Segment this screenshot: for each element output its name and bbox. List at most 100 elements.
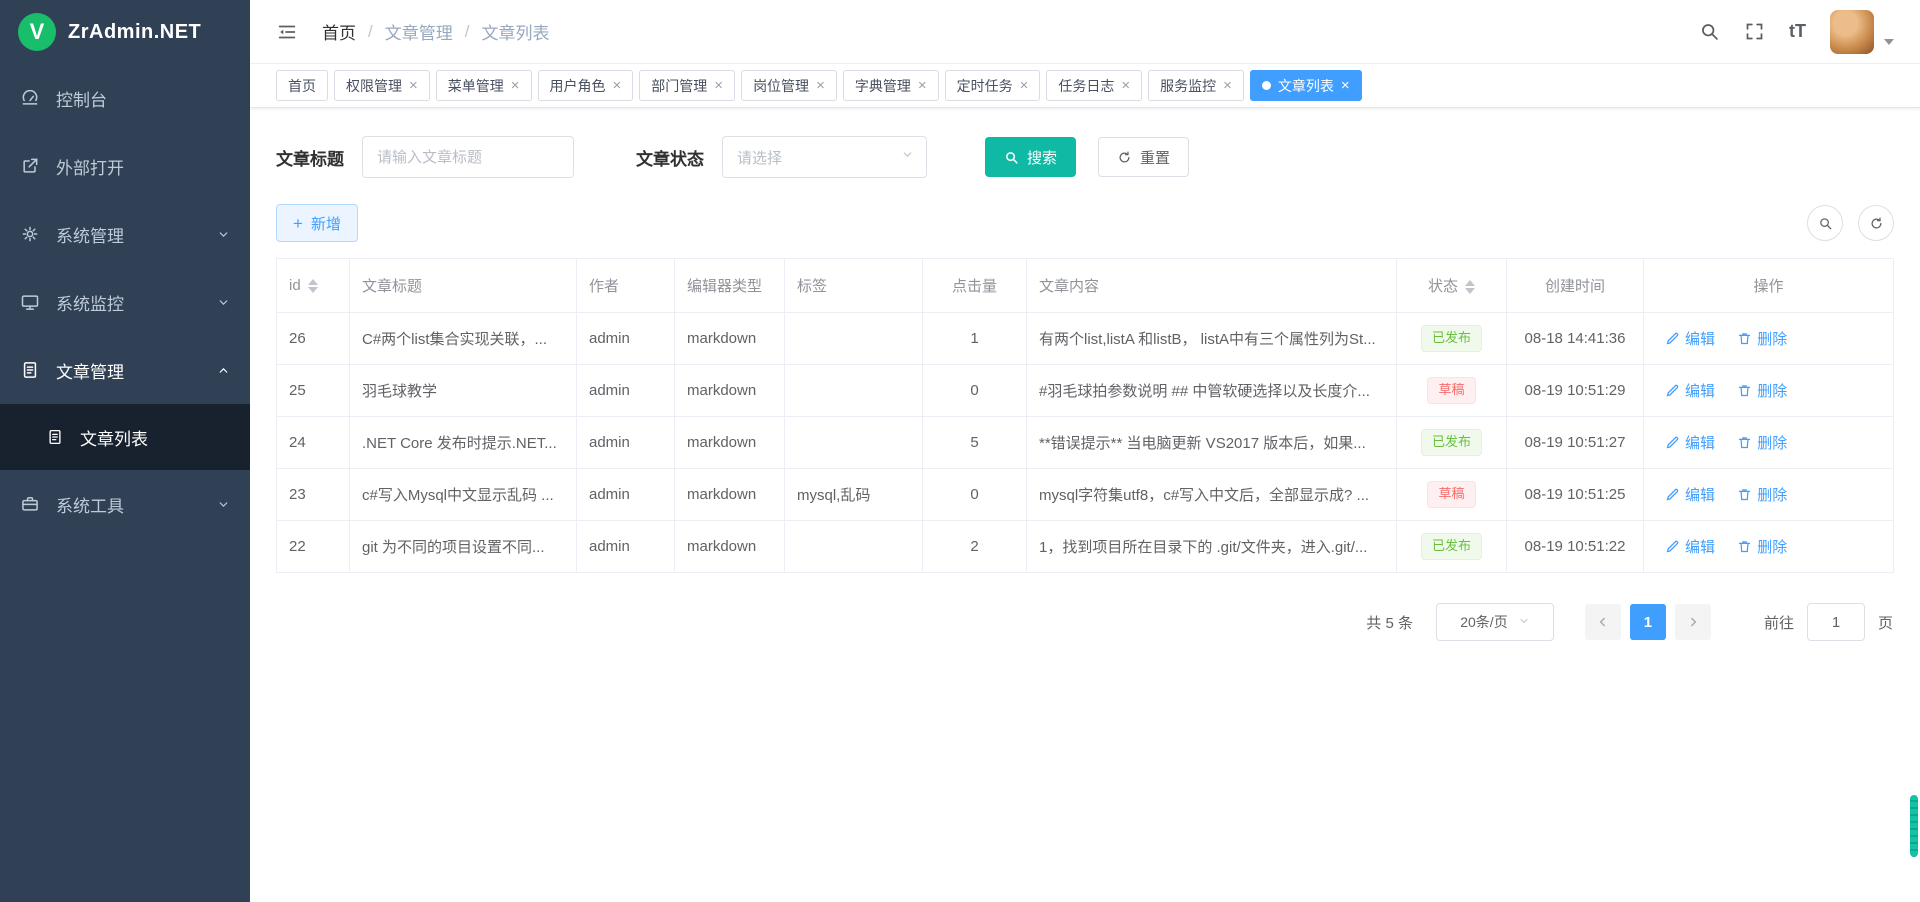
goto-page-input[interactable] (1807, 603, 1865, 641)
tab-dict-admin[interactable]: 字典管理 × (843, 70, 939, 101)
sidebar-item-external-open[interactable]: 外部打开 (0, 132, 250, 200)
user-menu-caret-icon[interactable] (1884, 39, 1894, 45)
close-icon[interactable]: × (1223, 78, 1232, 93)
delete-button[interactable]: 删除 (1737, 328, 1787, 349)
goto-page-label: 前往 (1764, 612, 1794, 633)
cell-status: 草稿 (1397, 469, 1507, 521)
edit-button[interactable]: 编辑 (1665, 432, 1715, 453)
sidebar-item-label: 文章列表 (80, 425, 148, 450)
cell-hits: 1 (923, 313, 1027, 365)
table-row: 23 c#写入Mysql中文显示乱码 ... admin markdown my… (277, 469, 1894, 521)
delete-button[interactable]: 删除 (1737, 432, 1787, 453)
sidebar-item-label: 系统工具 (56, 492, 124, 517)
refresh-table-button[interactable] (1858, 205, 1894, 241)
column-header-status[interactable]: 状态 (1397, 259, 1507, 313)
tab-permission-admin[interactable]: 权限管理 × (334, 70, 430, 101)
fullscreen-icon[interactable] (1744, 21, 1765, 42)
tab-label: 权限管理 (346, 76, 402, 96)
total-count-label: 共 5 条 (1366, 612, 1413, 633)
chevron-down-icon (217, 296, 230, 309)
search-icon[interactable] (1699, 21, 1720, 42)
chevron-down-icon (1518, 614, 1530, 630)
sort-caret-icon[interactable] (308, 279, 318, 293)
page-size-value: 20条/页 (1460, 612, 1507, 632)
close-icon[interactable]: × (714, 78, 723, 93)
tab-scheduled-tasks[interactable]: 定时任务 × (945, 70, 1041, 101)
breadcrumb-article-list: 文章列表 (481, 19, 549, 44)
prev-page-button[interactable] (1585, 604, 1621, 640)
page-size-select[interactable]: 20条/页 (1436, 603, 1554, 641)
delete-button[interactable]: 删除 (1737, 484, 1787, 505)
cell-status: 已发布 (1397, 417, 1507, 469)
tab-post-admin[interactable]: 岗位管理 × (741, 70, 837, 101)
tab-menu-admin[interactable]: 菜单管理 × (436, 70, 532, 101)
close-icon[interactable]: × (409, 78, 418, 93)
sidebar-item-system-admin[interactable]: 系统管理 (0, 200, 250, 268)
table-header-row: id 文章标题 作者 编辑器类型 标签 点击量 文章内容 状态 创建时间 操作 (277, 259, 1894, 313)
page-number-current[interactable]: 1 (1630, 604, 1666, 640)
table-row: 22 git 为不同的项目设置不同... admin markdown 2 1，… (277, 521, 1894, 573)
dashboard-icon (20, 88, 40, 108)
reset-button[interactable]: 重置 (1098, 137, 1189, 177)
user-avatar[interactable] (1830, 10, 1874, 54)
article-title-input[interactable] (362, 136, 574, 178)
tab-user-role[interactable]: 用户角色 × (538, 70, 634, 101)
sidebar-item-article-list[interactable]: 文章列表 (0, 404, 250, 470)
breadcrumb-article-admin[interactable]: 文章管理 (385, 19, 453, 44)
close-icon[interactable]: × (816, 78, 825, 93)
search-button-label: 搜索 (1027, 147, 1057, 168)
sidebar-item-label: 文章管理 (56, 358, 124, 383)
tab-home[interactable]: 首页 (276, 70, 328, 101)
close-icon[interactable]: × (1121, 78, 1130, 93)
status-badge: 草稿 (1427, 377, 1475, 403)
edit-button[interactable]: 编辑 (1665, 380, 1715, 401)
collapse-sidebar-icon[interactable] (276, 21, 298, 43)
edit-button[interactable]: 编辑 (1665, 484, 1715, 505)
close-icon[interactable]: × (918, 78, 927, 93)
status-badge: 已发布 (1421, 429, 1482, 455)
close-icon[interactable]: × (511, 78, 520, 93)
edit-button[interactable]: 编辑 (1665, 536, 1715, 557)
column-header-actions: 操作 (1644, 259, 1894, 313)
next-page-button[interactable] (1675, 604, 1711, 640)
gear-icon (20, 224, 40, 244)
add-button[interactable]: + 新增 (276, 204, 358, 242)
edit-button[interactable]: 编辑 (1665, 328, 1715, 349)
column-header-tags: 标签 (785, 259, 923, 313)
cell-id: 22 (277, 521, 350, 573)
table-row: 24 .NET Core 发布时提示.NET... admin markdown… (277, 417, 1894, 469)
close-icon[interactable]: × (1341, 78, 1350, 93)
tab-label: 用户角色 (550, 76, 606, 96)
cell-status: 已发布 (1397, 521, 1507, 573)
tab-dept-admin[interactable]: 部门管理 × (639, 70, 735, 101)
column-header-id[interactable]: id (277, 259, 350, 313)
close-icon[interactable]: × (613, 78, 622, 93)
article-status-select[interactable]: 请选择 (722, 136, 927, 178)
sidebar-item-dashboard[interactable]: 控制台 (0, 64, 250, 132)
cell-tags (785, 313, 923, 365)
main-area: 首页 / 文章管理 / 文章列表 tT 首页 (250, 0, 1920, 902)
close-icon[interactable]: × (1020, 78, 1029, 93)
tab-task-logs[interactable]: 任务日志 × (1046, 70, 1142, 101)
tab-service-monitor[interactable]: 服务监控 × (1148, 70, 1244, 101)
reset-button-label: 重置 (1140, 147, 1170, 168)
tab-article-list[interactable]: 文章列表 × (1250, 70, 1362, 101)
breadcrumb-home[interactable]: 首页 (322, 19, 356, 44)
toggle-search-button[interactable] (1807, 205, 1843, 241)
scrollbar-thumb[interactable] (1910, 795, 1918, 857)
cell-content: 有两个list,listA 和listB， listA中有三个属性列为St... (1027, 313, 1397, 365)
chevron-down-icon (217, 498, 230, 511)
sort-caret-icon[interactable] (1465, 280, 1475, 294)
font-size-icon[interactable]: tT (1789, 21, 1806, 42)
search-button[interactable]: 搜索 (985, 137, 1076, 177)
delete-button[interactable]: 删除 (1737, 380, 1787, 401)
sidebar-item-article-admin[interactable]: 文章管理 (0, 336, 250, 404)
sidebar-item-system-tools[interactable]: 系统工具 (0, 470, 250, 538)
article-status-label: 文章状态 (636, 145, 704, 170)
cell-content: 1，找到项目所在目录下的 .git/文件夹，进入.git/... (1027, 521, 1397, 573)
chevron-up-icon (217, 364, 230, 377)
delete-button[interactable]: 删除 (1737, 536, 1787, 557)
article-table: id 文章标题 作者 编辑器类型 标签 点击量 文章内容 状态 创建时间 操作 (276, 258, 1894, 573)
sidebar-item-system-monitor[interactable]: 系统监控 (0, 268, 250, 336)
tab-label: 部门管理 (651, 76, 707, 96)
